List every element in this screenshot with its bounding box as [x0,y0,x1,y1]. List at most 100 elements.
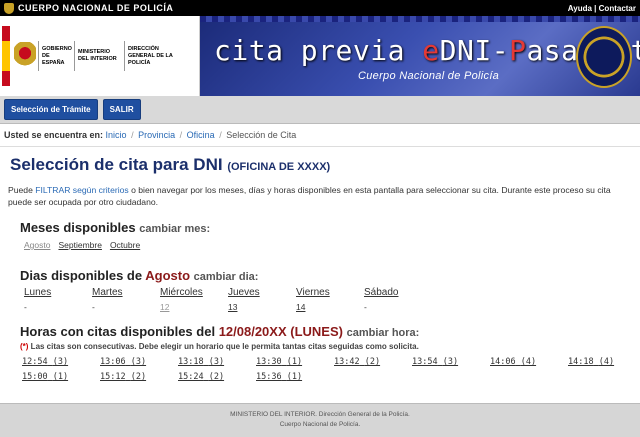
day-name: Sábado [364,287,399,298]
days-grid: Lunes - Martes - Miércoles 12 Jueves 13 … [0,283,640,312]
hours-grid: 12:54 (3) 13:06 (3) 13:18 (3) 13:30 (1) 13:4… [0,351,640,382]
day-col-monday: Lunes - [24,287,92,312]
title-part-1: cita previa [214,34,423,67]
hour-slot-link[interactable]: 15:12 (2) [100,372,178,382]
hour-count: (4) [598,357,615,367]
hour-count: (3) [442,357,459,367]
title-p: P [509,34,527,67]
contact-link[interactable]: Contactar [599,4,636,13]
day-name: Miércoles [160,287,203,298]
note-text: Las citas son consecutivas. Debe elegir … [28,342,419,351]
hour-time: 13:06 [100,357,126,367]
link-separator: | [594,3,597,13]
hour-time: 15:24 [178,372,204,382]
banner-subtitle: Cuerpo Nacional de Policía [358,70,500,82]
police-shield-icon [4,2,14,14]
day-link[interactable]: 14 [296,302,364,312]
title-part-2: DNI- [439,34,510,67]
change-hour-label: cambiar hora: [346,327,420,339]
hour-count: (1) [52,372,69,382]
hero-banner: cita previa eDNI-Pasaporte Cuerpo Nacion… [200,16,640,96]
breadcrumb: Usted se encuentra en: Inicio / Provinci… [0,124,640,147]
change-month-label: cambiar mes: [139,223,211,235]
gov-block-ministry: MINISTERIO DEL INTERIOR [74,41,124,71]
help-link[interactable]: Ayuda [568,4,592,13]
hour-count: (2) [130,372,147,382]
banner-stripe [200,16,640,22]
hour-count: (1) [286,372,303,382]
breadcrumb-separator: / [219,130,222,140]
intro-prefix: Puede [8,185,36,195]
hour-slot-link[interactable]: 13:42 (2) [334,357,412,367]
hour-slot-link[interactable]: 15:00 (1) [22,372,100,382]
office-name: (OFICINA DE XXXX) [227,161,331,173]
days-heading: Dias disponibles de Agosto cambiar dia: [0,268,640,283]
day-value: - [24,302,27,312]
hour-slot-link[interactable]: 13:54 (3) [412,357,490,367]
day-col-tuesday: Martes - [92,287,160,312]
months-list: Agosto Septiembre Octubre [0,235,640,250]
hour-time: 13:30 [256,357,282,367]
intro-text: Puede FILTRAR según criterios o bien nav… [0,175,640,208]
day-name: Lunes [24,287,52,298]
exit-button[interactable]: SALIR [102,99,141,120]
police-badge-icon [576,26,632,88]
month-august: Agosto [24,240,51,250]
hour-time: 15:00 [22,372,48,382]
month-october[interactable]: Octubre [110,240,140,250]
breadcrumb-current: Selección de Cita [226,130,297,140]
top-bar: CUERPO NACIONAL DE POLICÍA Ayuda | Conta… [0,0,640,16]
hours-heading-text: Horas con citas disponibles del [20,324,216,339]
filter-link[interactable]: FILTRAR según criterios [35,185,128,195]
hour-slot-link[interactable]: 13:18 (3) [178,357,256,367]
breadcrumb-office[interactable]: Oficina [187,130,215,140]
day-col-saturday: Sábado - [364,287,432,312]
button-bar: Selección de Trámite SALIR [0,96,640,124]
spain-flag-icon [2,26,10,86]
day-col-thursday: Jueves 13 [228,287,296,312]
hour-time: 13:18 [178,357,204,367]
hour-time: 13:54 [412,357,438,367]
brand: CUERPO NACIONAL DE POLICÍA [4,2,174,14]
hours-date: 12/08/20XX (LUNES) [218,324,343,339]
hour-count: (3) [130,357,147,367]
day-col-wednesday: Miércoles 12 [160,287,228,312]
hour-slot-link[interactable]: 13:06 (3) [100,357,178,367]
brand-name: CUERPO NACIONAL DE POLICÍA [18,3,174,13]
breadcrumb-separator: / [131,130,134,140]
hours-heading: Horas con citas disponibles del 12/08/20… [0,324,640,339]
day-value: - [92,302,95,312]
hour-slot-link[interactable]: 14:18 (4) [568,357,640,367]
hour-time: 12:54 [22,357,48,367]
hour-time: 14:06 [490,357,516,367]
hour-time: 15:12 [100,372,126,382]
month-september[interactable]: Septiembre [58,240,101,250]
title-e: e [422,34,440,67]
hour-slot-link[interactable]: 14:06 (4) [490,357,568,367]
breadcrumb-province[interactable]: Provincia [138,130,175,140]
header-banner: GOBIERNO DE ESPAÑA MINISTERIO DEL INTERI… [0,16,640,96]
hour-count: (1) [286,357,303,367]
hour-slot-link[interactable]: 15:24 (2) [178,372,256,382]
months-heading: Meses disponibles cambiar mes: [0,220,640,235]
hour-slot-link[interactable]: 12:54 (3) [22,357,100,367]
select-procedure-button[interactable]: Selección de Trámite [4,99,98,120]
change-day-label: cambiar dia: [193,271,259,283]
gov-block-spain: GOBIERNO DE ESPAÑA [38,41,74,71]
hour-slot-link[interactable]: 13:30 (1) [256,357,334,367]
page-title-text: Selección de cita para DNI [10,155,223,174]
breadcrumb-home[interactable]: Inicio [106,130,127,140]
days-month: Agosto [145,268,191,283]
consecutive-note: (*) Las citas son consecutivas. Debe ele… [0,339,640,351]
months-heading-text: Meses disponibles [20,220,136,235]
hour-time: 14:18 [568,357,594,367]
coat-of-arms-icon [14,42,36,70]
government-logos: GOBIERNO DE ESPAÑA MINISTERIO DEL INTERI… [0,16,200,96]
hour-slot-link[interactable]: 15:36 (1) [256,372,334,382]
day-link[interactable]: 13 [228,302,296,312]
day-name: Viernes [296,287,330,298]
top-links: Ayuda | Contactar [568,4,636,13]
footer-line-2: Cuerpo Nacional de Policía. [279,421,361,428]
hour-count: (2) [208,372,225,382]
day-name: Martes [92,287,123,298]
